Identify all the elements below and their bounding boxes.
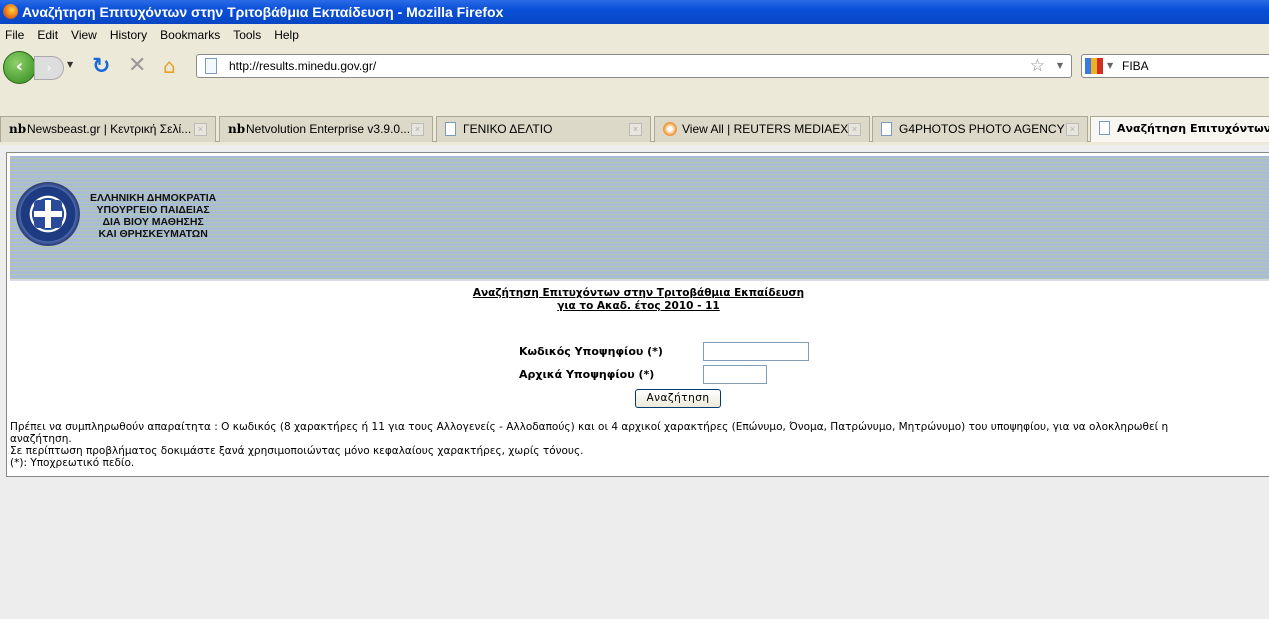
tab-active-search[interactable]: Αναζήτηση Επιτυχόντων...: [1090, 116, 1269, 142]
google-icon[interactable]: [1085, 58, 1103, 74]
search-bar[interactable]: ▼ FIBA: [1081, 54, 1269, 78]
ministry-line: ΕΛΛΗΝΙΚΗ ΔΗΜΟΚΡΑΤΙΑ: [90, 192, 217, 204]
candidate-code-label: Κωδικός Υποψηφίου (*): [519, 345, 663, 358]
cross-emblem-icon: [34, 200, 62, 228]
ministry-line: ΔΙΑ ΒΙΟΥ ΜΑΘΗΣΗΣ: [102, 216, 204, 228]
menu-bar: File Edit View History Bookmarks Tools H…: [0, 24, 307, 46]
menu-history[interactable]: History: [105, 24, 152, 46]
tab-label: ΓΕΝΙΚΟ ΔΕΛΤΙΟ: [463, 122, 553, 136]
tab-netvolution[interactable]: nbNetvolution Enterprise v3.9.0... ×: [219, 116, 433, 142]
tab-label: G4PHOTOS PHOTO AGENCY: [899, 122, 1065, 136]
tab-newsbeast[interactable]: nbNewsbeast.gr | Κεντρική Σελί... ×: [0, 116, 216, 142]
window-title: Αναζήτηση Επιτυχόντων στην Τριτοβάθμια Ε…: [22, 4, 504, 20]
close-tab-icon[interactable]: ×: [411, 123, 424, 136]
ministry-name: ΕΛΛΗΝΙΚΗ ΔΗΜΟΚΡΑΤΙΑ ΥΠΟΥΡΓΕΙΟ ΠΑΙΔΕΙΑΣ Δ…: [90, 192, 216, 240]
results-page: ΕΛΛΗΝΙΚΗ ΔΗΜΟΚΡΑΤΙΑ ΥΠΟΥΡΓΕΙΟ ΠΑΙΔΕΙΑΣ Δ…: [6, 152, 1269, 477]
instruction-line: Πρέπει να συμπληρωθούν απαραίτητα : Ο κω…: [10, 421, 1169, 433]
tab-reuters[interactable]: View All | REUTERS MEDIAEX... ×: [654, 116, 870, 142]
url-dropdown-icon[interactable]: ▼: [1057, 61, 1063, 70]
nb-icon: nb: [228, 122, 246, 136]
reload-icon[interactable]: ↻: [92, 54, 110, 79]
menu-view[interactable]: View: [66, 24, 102, 46]
search-input[interactable]: FIBA: [1122, 59, 1149, 73]
tab-label: Newsbeast.gr | Κεντρική Σελί...: [27, 122, 192, 136]
search-submit-button[interactable]: Αναζήτηση: [635, 389, 721, 408]
home-icon[interactable]: ⌂: [163, 54, 176, 78]
tab-g4photos[interactable]: G4PHOTOS PHOTO AGENCY ×: [872, 116, 1088, 142]
menu-tools[interactable]: Tools: [228, 24, 266, 46]
forward-button[interactable]: ›: [34, 56, 64, 80]
instruction-line: αναζήτηση.: [10, 433, 72, 445]
ministry-line: ΚΑΙ ΘΡΗΣΚΕΥΜΑΤΩΝ: [98, 228, 208, 240]
back-button[interactable]: ‹: [3, 51, 36, 84]
page-icon: [1099, 121, 1110, 135]
tab-bar: nbNewsbeast.gr | Κεντρική Σελί... × nbNet…: [0, 115, 1269, 142]
instructions: Πρέπει να συμπληρωθούν απαραίτητα : Ο κω…: [10, 421, 1168, 469]
heading-line-1: Αναζήτηση Επιτυχόντων στην Τριτοβάθμια Ε…: [472, 287, 805, 299]
ministry-line: ΥΠΟΥΡΓΕΙΟ ΠΑΙΔΕΙΑΣ: [96, 204, 210, 216]
page-heading: Αναζήτηση Επιτυχόντων στην Τριτοβάθμια Ε…: [7, 287, 1269, 313]
candidate-initials-input[interactable]: [703, 365, 767, 384]
menu-edit[interactable]: Edit: [32, 24, 63, 46]
window-title-bar: Αναζήτηση Επιτυχόντων στην Τριτοβάθμια Ε…: [0, 0, 1269, 24]
close-tab-icon[interactable]: ×: [629, 123, 642, 136]
bookmark-star-icon[interactable]: ☆: [1030, 56, 1045, 76]
history-dropdown-icon[interactable]: ▼: [67, 60, 73, 69]
tab-label: Αναζήτηση Επιτυχόντων...: [1117, 122, 1269, 135]
nb-icon: nb: [9, 122, 27, 136]
search-engine-dropdown-icon[interactable]: ▼: [1107, 61, 1113, 70]
page-icon: [445, 122, 456, 136]
close-tab-icon[interactable]: ×: [1066, 123, 1079, 136]
stop-icon[interactable]: ✕: [128, 53, 146, 78]
close-tab-icon[interactable]: ×: [194, 123, 207, 136]
close-tab-icon[interactable]: ×: [848, 123, 861, 136]
instruction-line: (*): Υποχρεωτικό πεδίο.: [10, 457, 135, 469]
ministry-banner: ΕΛΛΗΝΙΚΗ ΔΗΜΟΚΡΑΤΙΑ ΥΠΟΥΡΓΕΙΟ ΠΑΙΔΕΙΑΣ Δ…: [10, 156, 1269, 281]
tab-label: View All | REUTERS MEDIAEX...: [682, 122, 859, 136]
page-icon: [205, 58, 217, 74]
navigation-toolbar: ‹ › ▼ ↻ ✕ ⌂ http://results.minedu.gov.gr…: [0, 48, 1269, 86]
menu-file[interactable]: File: [0, 24, 29, 46]
firefox-icon: [3, 4, 18, 19]
tab-label: Netvolution Enterprise v3.9.0...: [246, 122, 411, 136]
heading-line-2: για το Ακαδ. έτος 2010 - 11: [557, 300, 720, 312]
url-bar[interactable]: http://results.minedu.gov.gr/ ☆ ▼: [196, 54, 1072, 78]
menu-help[interactable]: Help: [269, 24, 304, 46]
candidate-code-input[interactable]: [703, 342, 809, 361]
reuters-icon: [663, 122, 677, 136]
tab-geniko-deltio[interactable]: ΓΕΝΙΚΟ ΔΕΛΤΙΟ ×: [436, 116, 651, 142]
candidate-initials-label: Αρχικά Υποψηφίου (*): [519, 368, 655, 381]
page-icon: [881, 122, 892, 136]
instruction-line: Σε περίπτωση προβλήματος δοκιμάστε ξανά …: [10, 445, 584, 457]
menu-bookmarks[interactable]: Bookmarks: [155, 24, 225, 46]
url-input[interactable]: http://results.minedu.gov.gr/: [229, 59, 376, 73]
page-content: ΕΛΛΗΝΙΚΗ ΔΗΜΟΚΡΑΤΙΑ ΥΠΟΥΡΓΕΙΟ ΠΑΙΔΕΙΑΣ Δ…: [0, 145, 1269, 619]
